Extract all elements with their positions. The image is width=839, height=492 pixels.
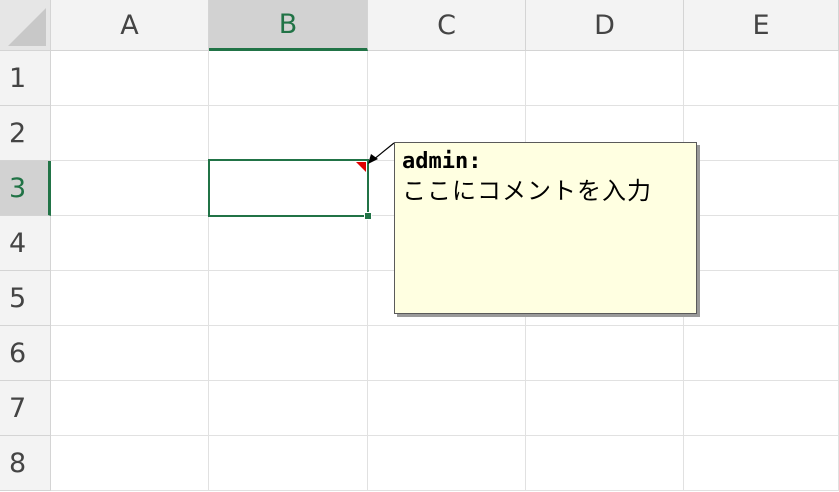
cell-b5[interactable] bbox=[209, 271, 368, 326]
cell-e5[interactable] bbox=[684, 271, 839, 326]
cell-d8[interactable] bbox=[526, 436, 684, 491]
comment-author: admin: bbox=[402, 149, 482, 174]
column-header-c[interactable]: C bbox=[368, 0, 526, 51]
select-all-triangle-icon bbox=[8, 8, 46, 46]
cell-b1[interactable] bbox=[209, 51, 368, 106]
cell-c8[interactable] bbox=[368, 436, 526, 491]
comment-indicator-icon[interactable] bbox=[356, 162, 366, 172]
comment-text[interactable]: ここにコメントを入力 bbox=[402, 175, 689, 207]
cell-e6[interactable] bbox=[684, 326, 839, 381]
row-header-8[interactable]: 8 bbox=[0, 436, 51, 491]
comment-box[interactable]: admin: ここにコメントを入力 bbox=[394, 142, 697, 314]
cell-b6[interactable] bbox=[209, 326, 368, 381]
cell-a3[interactable] bbox=[51, 161, 209, 216]
cell-e8[interactable] bbox=[684, 436, 839, 491]
row-header-5[interactable]: 5 bbox=[0, 271, 51, 326]
cell-e3[interactable] bbox=[684, 161, 839, 216]
row-header-1[interactable]: 1 bbox=[0, 51, 51, 106]
row-header-2[interactable]: 2 bbox=[0, 106, 51, 161]
cell-e7[interactable] bbox=[684, 381, 839, 436]
cell-a2[interactable] bbox=[51, 106, 209, 161]
cell-b7[interactable] bbox=[209, 381, 368, 436]
cell-e4[interactable] bbox=[684, 216, 839, 271]
row-header-7[interactable]: 7 bbox=[0, 381, 51, 436]
cell-a7[interactable] bbox=[51, 381, 209, 436]
spreadsheet-grid: ABCDE 12345678 admin: ここにコメントを入力 bbox=[0, 0, 839, 492]
cell-a6[interactable] bbox=[51, 326, 209, 381]
column-header-a[interactable]: A bbox=[51, 0, 209, 51]
cell-c7[interactable] bbox=[368, 381, 526, 436]
row-header-3[interactable]: 3 bbox=[0, 161, 51, 216]
column-header-b[interactable]: B bbox=[209, 0, 368, 51]
cell-a1[interactable] bbox=[51, 51, 209, 106]
select-all-button[interactable] bbox=[0, 0, 51, 51]
cell-d6[interactable] bbox=[526, 326, 684, 381]
cell-a5[interactable] bbox=[51, 271, 209, 326]
cell-c6[interactable] bbox=[368, 326, 526, 381]
cell-e2[interactable] bbox=[684, 106, 839, 161]
cell-a4[interactable] bbox=[51, 216, 209, 271]
row-header-6[interactable]: 6 bbox=[0, 326, 51, 381]
cell-b2[interactable] bbox=[209, 106, 368, 161]
row-header-4[interactable]: 4 bbox=[0, 216, 51, 271]
column-header-e[interactable]: E bbox=[684, 0, 839, 51]
cell-b3[interactable] bbox=[209, 161, 368, 216]
cell-d7[interactable] bbox=[526, 381, 684, 436]
cell-d1[interactable] bbox=[526, 51, 684, 106]
cell-b8[interactable] bbox=[209, 436, 368, 491]
cell-a8[interactable] bbox=[51, 436, 209, 491]
column-header-d[interactable]: D bbox=[526, 0, 684, 51]
cell-b4[interactable] bbox=[209, 216, 368, 271]
cell-c1[interactable] bbox=[368, 51, 526, 106]
fill-handle[interactable] bbox=[364, 212, 372, 220]
cell-e1[interactable] bbox=[684, 51, 839, 106]
